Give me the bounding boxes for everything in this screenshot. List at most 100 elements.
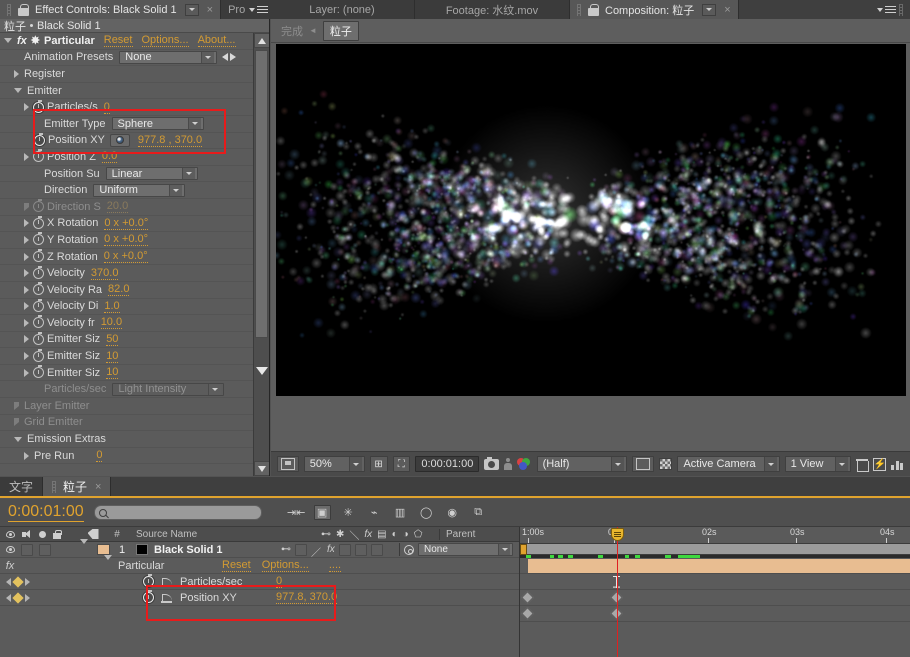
playhead-handle[interactable]: [611, 528, 624, 541]
layer-solo-toggle[interactable]: [39, 543, 51, 556]
timeline-ruler[interactable]: 1:00s 0... 02s 03s 04s: [520, 527, 910, 544]
prev-keyframe-icon[interactable]: [6, 593, 11, 602]
param-value[interactable]: 10: [106, 366, 119, 380]
timeline-graph-icon[interactable]: [891, 458, 904, 470]
param-row[interactable]: Emitter Siz 50: [0, 331, 253, 349]
param-stopwatch-icon[interactable]: [33, 149, 44, 163]
viewer-panel-menu-icon[interactable]: [877, 5, 896, 14]
layer-audio-toggle[interactable]: [21, 543, 33, 556]
param-twirl-icon[interactable]: [24, 269, 29, 278]
hide-shy-layers-icon[interactable]: ✳: [340, 505, 357, 520]
zoom-level-select[interactable]: 50%: [303, 456, 365, 472]
param-stopwatch-icon[interactable]: [33, 232, 44, 246]
param-stopwatch-icon[interactable]: [33, 331, 44, 345]
group-twirl-icon[interactable]: [14, 436, 22, 442]
param-row[interactable]: Emitter Siz 10: [0, 348, 253, 365]
layer-collapse-switch[interactable]: [295, 543, 307, 556]
resolution-select[interactable]: (Half): [536, 456, 627, 472]
param-row[interactable]: Velocity 370.0: [0, 265, 253, 282]
grid-guides-icon[interactable]: ⊞: [369, 456, 388, 472]
animation-presets-row[interactable]: Animation Presets None: [0, 50, 253, 67]
effect-twirl-icon[interactable]: [4, 38, 12, 44]
layer-name[interactable]: Black Solid 1: [154, 544, 222, 556]
param-row[interactable]: Direction Uniform: [0, 182, 253, 199]
layer-label-color[interactable]: [96, 544, 110, 555]
timeline-current-time[interactable]: 0:00:01:00: [8, 503, 84, 522]
ec-reset-link[interactable]: Reset: [103, 34, 133, 48]
timeline-tab-text[interactable]: 文字: [0, 477, 44, 496]
layer-twirl-icon[interactable]: [80, 538, 88, 556]
composition-close-icon[interactable]: ×: [720, 4, 730, 16]
pre-run-row[interactable]: Pre Run 0: [0, 448, 253, 465]
effect-options-link[interactable]: Options...: [261, 559, 309, 572]
param-twirl-icon[interactable]: [24, 368, 29, 377]
param-row[interactable]: Z Rotation 0 x +0.0°: [0, 249, 253, 266]
keyframe-navigator[interactable]: [6, 575, 30, 588]
add-keyframe-icon[interactable]: [12, 591, 24, 604]
property-stopwatch-icon[interactable]: [143, 574, 154, 587]
effect-header-row[interactable]: fx ✸ Particular Reset Options... About..…: [0, 33, 253, 50]
param-stopwatch-icon[interactable]: [33, 265, 44, 279]
param-stopwatch-icon[interactable]: [33, 282, 44, 296]
layer-duration-bar[interactable]: [528, 559, 910, 573]
show-snapshot-icon[interactable]: [504, 458, 512, 470]
param-value[interactable]: 0 x +0.0°: [104, 217, 149, 230]
region-of-interest-icon[interactable]: ⛶: [392, 456, 411, 472]
search-field[interactable]: [106, 507, 247, 518]
take-snapshot-icon[interactable]: [484, 456, 500, 470]
playhead[interactable]: [617, 527, 618, 657]
param-row[interactable]: Velocity fr 10.0: [0, 315, 253, 332]
param-value[interactable]: 0: [103, 101, 110, 114]
keyframe[interactable]: [521, 591, 534, 604]
effect-twirl-icon[interactable]: [104, 554, 112, 572]
work-area-start-handle[interactable]: [520, 544, 527, 555]
param-stopwatch-icon[interactable]: [33, 249, 44, 263]
property-value[interactable]: 0: [276, 575, 283, 588]
property-graph-icon[interactable]: [161, 593, 173, 603]
property-row[interactable]: Position XY 977.8, 370.0: [0, 590, 519, 606]
parent-pickwhip-icon[interactable]: [404, 544, 414, 555]
viewer-grip-icon[interactable]: [899, 3, 903, 16]
ec-options-link[interactable]: Options...: [141, 34, 189, 48]
channel-rgb-icon[interactable]: [516, 458, 532, 470]
pixel-aspect-correction-icon[interactable]: [856, 458, 870, 472]
param-row[interactable]: Velocity Ra 82.0: [0, 282, 253, 299]
param-stopwatch-icon[interactable]: [33, 99, 44, 113]
scroll-page-down-icon[interactable]: [255, 364, 268, 378]
transparency-grid-icon[interactable]: [658, 458, 673, 470]
draft-3d-icon[interactable]: ▣: [313, 505, 331, 520]
param-select[interactable]: Linear: [105, 167, 198, 181]
param-row[interactable]: Particles/s 0: [0, 99, 253, 116]
param-twirl-icon[interactable]: [24, 235, 29, 244]
param-value[interactable]: 10.0: [100, 316, 123, 330]
keyframe-row-position-xy[interactable]: [520, 606, 910, 622]
frame-blending-icon[interactable]: ⌁: [366, 505, 383, 520]
preset-prev-icon[interactable]: [222, 53, 229, 62]
param-row[interactable]: Particles/sec Light Intensity: [0, 381, 253, 399]
composition-mini-flowchart-icon[interactable]: ⇥⇤: [287, 505, 305, 520]
layer-frame-blend-switch[interactable]: [338, 543, 351, 556]
param-twirl-icon[interactable]: [24, 285, 29, 294]
param-twirl-icon[interactable]: [24, 335, 29, 344]
panel-menu-icon[interactable]: [249, 5, 269, 14]
param-row[interactable]: Position Z 0.0: [0, 149, 253, 166]
layer-motion-blur-switch[interactable]: [354, 543, 367, 556]
param-stopwatch-icon[interactable]: [33, 298, 44, 312]
param-twirl-icon[interactable]: [24, 451, 29, 460]
group-emitter-row[interactable]: Emitter: [0, 83, 253, 100]
tab-composition[interactable]: Composition: 粒子 ×: [570, 0, 739, 19]
view-layout-select[interactable]: 1 View: [784, 456, 852, 472]
layer-adjustment-switch[interactable]: [370, 543, 383, 556]
scroll-down-button[interactable]: [254, 461, 269, 476]
param-row[interactable]: Emitter Siz 10: [0, 365, 253, 382]
param-value[interactable]: 977.8 , 370.0: [137, 134, 203, 147]
composition-stage[interactable]: [275, 44, 906, 396]
layer-row-black-solid[interactable]: 1 Black Solid 1 ⊷ ／ fx None: [0, 538, 519, 559]
param-row[interactable]: Emitter Type Sphere: [0, 116, 253, 133]
parent-select[interactable]: None: [418, 543, 513, 556]
close-icon[interactable]: ×: [203, 4, 213, 16]
always-preview-this-view-icon[interactable]: [277, 456, 299, 472]
layer-quality-switch[interactable]: ／: [311, 544, 323, 559]
breadcrumb-comp-chip[interactable]: 粒子: [322, 20, 359, 41]
param-twirl-icon[interactable]: [24, 103, 29, 112]
